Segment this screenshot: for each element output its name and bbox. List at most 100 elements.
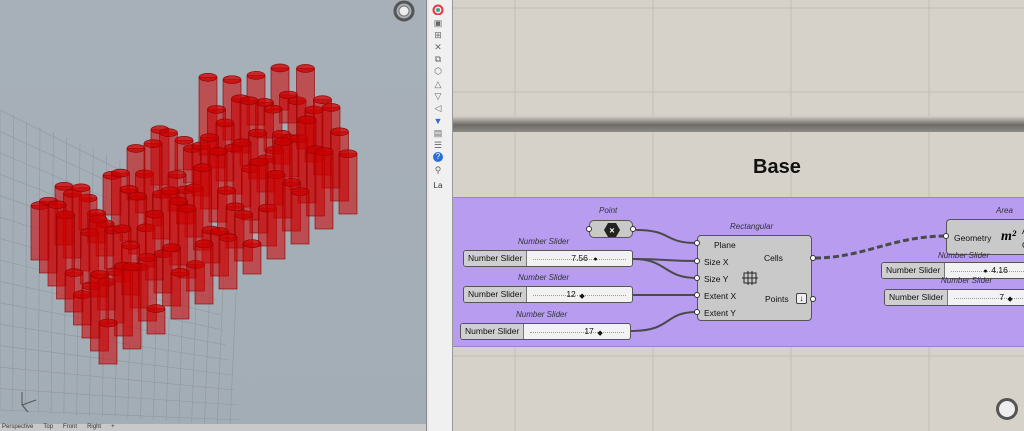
- rectangular-label: Rectangular: [730, 222, 774, 231]
- grip-cells[interactable]: [810, 255, 816, 261]
- number-slider-3[interactable]: Number Slider 17 ◆: [460, 323, 631, 340]
- slider-5-track[interactable]: 7 ◆: [948, 290, 1024, 305]
- delete-icon[interactable]: ✕: [432, 42, 444, 53]
- arrow-down-icon[interactable]: ▽: [432, 91, 444, 102]
- filter-icon[interactable]: ▼: [432, 116, 444, 127]
- slider-4-label: Number Slider: [938, 251, 990, 260]
- rhino-icon[interactable]: [432, 4, 444, 16]
- number-slider-2[interactable]: Number Slider 12 ◆: [463, 286, 633, 303]
- input-plane[interactable]: Plane: [714, 240, 736, 250]
- axis-gizmo: [21, 392, 37, 413]
- app-window: Perspective Top Front Right + ▣ ⊞ ✕ ⧉ ⬡ …: [0, 0, 1024, 431]
- slider-3-label: Number Slider: [516, 310, 568, 319]
- search-icon[interactable]: ⚲: [432, 165, 444, 176]
- number-slider-1[interactable]: Number Slider 7.56 ●: [463, 250, 633, 267]
- slider-2-label: Number Slider: [518, 273, 570, 282]
- grip-size-y[interactable]: [694, 275, 700, 281]
- column: [338, 149, 358, 215]
- grip-points[interactable]: [810, 296, 816, 302]
- point-param[interactable]: ×: [589, 220, 633, 238]
- input-size-y[interactable]: Size Y: [704, 274, 728, 284]
- arrow-icon[interactable]: △: [432, 79, 444, 90]
- rectangular-component[interactable]: Plane Size X Size Y Extent X Extent Y Ce…: [697, 235, 812, 321]
- input-extent-y[interactable]: Extent Y: [704, 308, 736, 318]
- viewport-tabs: Perspective Top Front Right +: [0, 424, 426, 431]
- slider-5-grip[interactable]: ◆: [1007, 295, 1012, 303]
- area-label: Area: [996, 206, 1013, 215]
- slider-1-track[interactable]: 7.56 ●: [527, 251, 632, 266]
- column: [314, 147, 334, 230]
- slider-1-label: Number Slider: [518, 237, 570, 246]
- svg-text:×: ×: [609, 226, 614, 236]
- slider-3-grip[interactable]: ◆: [597, 329, 602, 337]
- language-label: La: [433, 181, 443, 190]
- rhino-viewport[interactable]: Perspective Top Front Right +: [0, 0, 426, 431]
- tab-top[interactable]: Top: [43, 424, 53, 431]
- point-input-grip[interactable]: [586, 226, 592, 232]
- grip-geometry[interactable]: [943, 233, 949, 239]
- arrow-left-icon[interactable]: ◁: [432, 103, 444, 114]
- slider-2-grip[interactable]: ◆: [579, 292, 584, 300]
- column: [122, 262, 142, 350]
- column: [146, 304, 166, 335]
- point-output-grip[interactable]: [630, 226, 636, 232]
- slider-1-name: Number Slider: [464, 251, 528, 266]
- slider-3-value: 17: [584, 326, 594, 336]
- column: [98, 318, 118, 365]
- column: [290, 187, 310, 245]
- point-label: Point: [599, 206, 618, 215]
- viewport-scene: [0, 0, 415, 424]
- rhino-logo-icon: [393, 0, 415, 22]
- wire-cells-geometry: [814, 234, 947, 260]
- column: [242, 239, 262, 275]
- area-icon: m²: [1001, 229, 1017, 244]
- slider-5-label: Number Slider: [941, 276, 993, 285]
- wires: [630, 229, 947, 332]
- grip-extent-y[interactable]: [694, 309, 700, 315]
- output-points[interactable]: Points: [765, 294, 789, 304]
- slider-1-grip[interactable]: ●: [593, 256, 597, 263]
- input-geometry[interactable]: Geometry: [954, 233, 991, 243]
- grip-plane[interactable]: [694, 240, 700, 246]
- point-icon: ×: [604, 223, 620, 237]
- slider-2-value: 12: [566, 289, 576, 299]
- slider-3-track[interactable]: 17 ◆: [524, 324, 630, 339]
- cluster-icon[interactable]: ⊞: [432, 30, 444, 41]
- tab-add[interactable]: +: [111, 424, 115, 431]
- slider-4-grip[interactable]: ●: [983, 268, 987, 275]
- list-icon[interactable]: ▤: [432, 128, 444, 139]
- help-icon[interactable]: ?: [433, 152, 443, 162]
- slider-3-name: Number Slider: [461, 324, 525, 339]
- column: [194, 239, 214, 305]
- slider-4-name: Number Slider: [882, 263, 946, 278]
- bake-icon[interactable]: ▣: [432, 18, 444, 29]
- shape-icon[interactable]: ⬡: [432, 66, 444, 77]
- number-slider-5[interactable]: Number Slider 7 ◆: [884, 289, 1024, 306]
- input-size-x[interactable]: Size X: [704, 257, 729, 267]
- slider-5-name: Number Slider: [885, 290, 949, 305]
- slider-2-name: Number Slider: [464, 287, 528, 302]
- column: [266, 170, 286, 260]
- slider-1-value: 7.56: [571, 253, 588, 263]
- slider-5-value: 7: [999, 292, 1005, 302]
- tab-right[interactable]: Right: [87, 424, 101, 431]
- slider-4-value: 4.16: [991, 265, 1008, 275]
- column: [170, 268, 190, 320]
- input-extent-x[interactable]: Extent X: [704, 291, 736, 301]
- copy-icon[interactable]: ⧉: [432, 54, 444, 65]
- tab-front[interactable]: Front: [63, 424, 77, 431]
- slider-2-track[interactable]: 12 ◆: [527, 287, 632, 302]
- grip-extent-x[interactable]: [694, 292, 700, 298]
- output-cells[interactable]: Cells: [764, 253, 783, 263]
- grasshopper-canvas[interactable]: Base Point × Number Slider Number Slider…: [453, 0, 1024, 431]
- vertical-toolbar: ▣ ⊞ ✕ ⧉ ⬡ △ ▽ ◁ ▼ ▤ ☰ ? ⚲ La: [429, 0, 453, 431]
- navigation-compass-icon[interactable]: [996, 398, 1018, 420]
- wire-point-plane: [635, 229, 698, 244]
- column: [218, 233, 238, 290]
- menu-icon[interactable]: ☰: [432, 140, 444, 151]
- area-component[interactable]: Geometry m² A C: [946, 219, 1024, 255]
- flatten-icon[interactable]: ↓: [796, 293, 807, 304]
- tab-perspective[interactable]: Perspective: [2, 424, 33, 431]
- grid-icon: [742, 271, 758, 285]
- grip-size-x[interactable]: [694, 258, 700, 264]
